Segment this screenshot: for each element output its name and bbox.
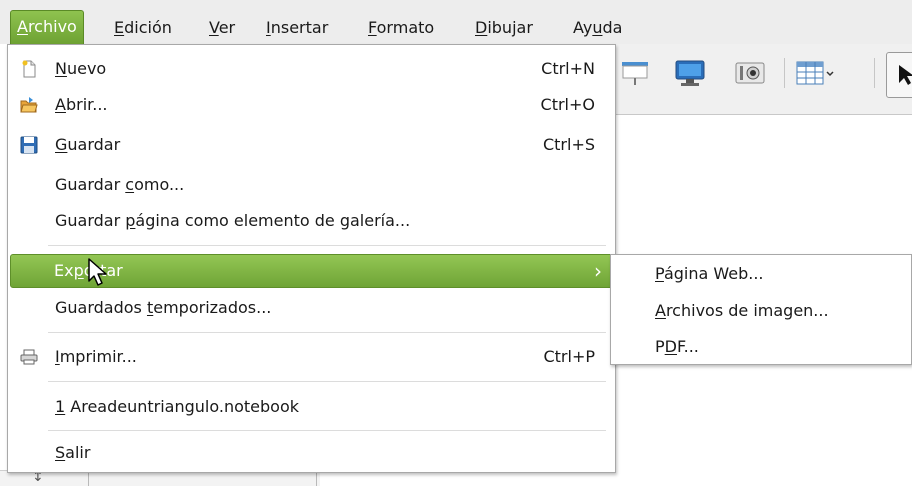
arrow-pointer-icon bbox=[899, 65, 912, 85]
open-folder-icon bbox=[20, 97, 38, 113]
shortcut-label: Ctrl+N bbox=[541, 59, 595, 78]
panel-divider bbox=[316, 471, 317, 486]
menu-edicion[interactable]: Edición bbox=[108, 12, 178, 44]
menu-ayuda[interactable]: Ayuda bbox=[567, 12, 628, 44]
submenu-item-archivos-imagen[interactable]: Archivos de imagen... bbox=[655, 295, 829, 327]
camera-icon[interactable] bbox=[734, 58, 766, 88]
chevron-right-icon: › bbox=[594, 259, 602, 283]
table-icon[interactable] bbox=[796, 60, 836, 86]
menubar: Archivo Edición Ver Insertar Formato Dib… bbox=[0, 0, 912, 44]
toolbar-separator bbox=[784, 58, 785, 88]
menu-item-guardar-como[interactable]: Guardar como... bbox=[10, 167, 613, 203]
panel-divider bbox=[88, 471, 89, 486]
menu-formato[interactable]: Formato bbox=[362, 12, 440, 44]
floppy-disk-icon bbox=[20, 136, 38, 154]
menu-item-abrir[interactable]: Abrir... Ctrl+O bbox=[10, 87, 613, 123]
menu-item-guardar-galeria[interactable]: Guardar página como elemento de galería.… bbox=[10, 203, 613, 239]
shortcut-label: Ctrl+O bbox=[540, 95, 595, 114]
submenu-item-pagina-web[interactable]: Página Web... bbox=[655, 258, 764, 290]
menu-ver[interactable]: Ver bbox=[203, 12, 241, 44]
projector-screen-icon[interactable] bbox=[620, 58, 650, 88]
mouse-cursor-icon bbox=[88, 258, 107, 286]
printer-icon bbox=[20, 349, 38, 365]
toolbar bbox=[612, 44, 912, 115]
menu-separator bbox=[48, 381, 606, 382]
select-tool-button[interactable] bbox=[886, 52, 912, 98]
menu-item-guardar[interactable]: Guardar Ctrl+S bbox=[10, 127, 613, 163]
menu-separator bbox=[48, 245, 606, 246]
menu-archivo[interactable]: Archivo bbox=[10, 10, 84, 44]
menu-item-salir[interactable]: Salir bbox=[10, 435, 613, 471]
menu-insertar[interactable]: Insertar bbox=[260, 12, 334, 44]
menu-item-imprimir[interactable]: Imprimir... Ctrl+P bbox=[10, 339, 613, 375]
menu-item-guardados-temporizados[interactable]: Guardados temporizados... bbox=[10, 290, 613, 326]
menu-item-recent-file[interactable]: 1 Areadeuntriangulo.notebook bbox=[10, 389, 613, 425]
new-document-icon bbox=[22, 60, 36, 78]
menu-separator bbox=[48, 332, 606, 333]
menu-dibujar[interactable]: Dibujar bbox=[469, 12, 539, 44]
menu-separator bbox=[48, 430, 606, 431]
menu-item-nuevo[interactable]: Nuevo Ctrl+N bbox=[10, 51, 613, 87]
shortcut-label: Ctrl+S bbox=[542, 135, 595, 154]
toolbar-separator bbox=[874, 58, 875, 88]
shortcut-label: Ctrl+P bbox=[543, 347, 595, 366]
monitor-icon[interactable] bbox=[674, 58, 706, 88]
exportar-submenu: Página Web... Archivos de imagen... PDF.… bbox=[610, 254, 912, 365]
submenu-item-pdf[interactable]: PDF... bbox=[655, 331, 699, 363]
